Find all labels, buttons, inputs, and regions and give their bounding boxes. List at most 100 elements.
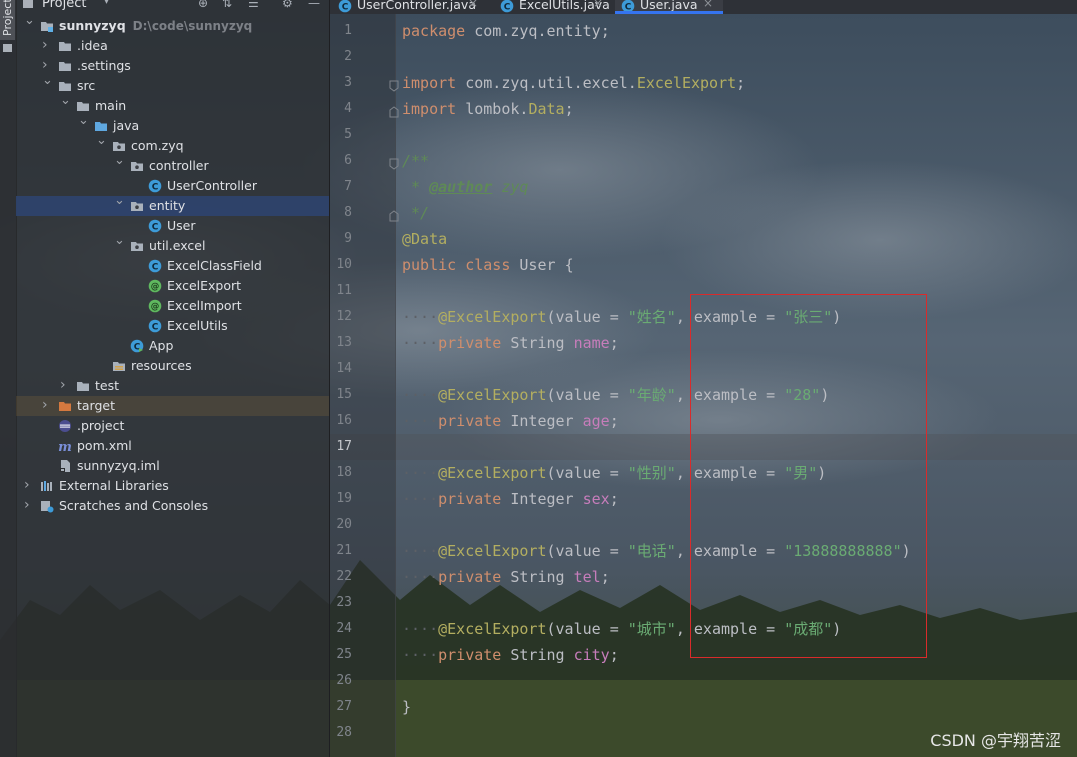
line-number[interactable]: 26 [330,668,352,694]
editor-tab-user-java[interactable]: C User.java × [615,0,723,14]
editor-tab-usercontroller-java[interactable]: C UserController.java × [332,0,488,14]
line-number[interactable]: 13 [330,330,352,356]
line-number[interactable]: 17 [330,434,352,460]
chevron-down-icon[interactable]: ⌄ [78,114,89,128]
tree-item-settings[interactable]: › .settings [16,56,329,76]
tree-item-target[interactable]: › target [16,396,329,416]
line-number[interactable]: 1 [330,18,352,44]
editor-tab-excelutils-java[interactable]: C ExcelUtils.java × [494,0,613,14]
code-line-9[interactable]: @Data [402,226,447,252]
project-tool-window-tab[interactable]: Project [0,0,15,40]
code-line-3[interactable]: import com.zyq.util.excel.ExcelExport; [402,70,745,96]
fold-marker-icon[interactable] [389,155,399,170]
chevron-right-icon[interactable]: › [42,398,52,412]
line-number[interactable]: 12 [330,304,352,330]
line-number[interactable]: 3 [330,70,352,96]
code-line-25[interactable]: ····private String city; [402,642,619,668]
line-number[interactable]: 9 [330,226,352,252]
tree-item-test[interactable]: › test [16,376,329,396]
fold-end-marker-icon[interactable] [389,207,399,222]
chevron-down-icon[interactable]: ⌄ [60,94,71,108]
line-number[interactable]: 8 [330,200,352,226]
line-number[interactable]: 10 [330,252,352,278]
tree-item-user[interactable]: C User [16,216,329,236]
tree-item-usercontroller[interactable]: C UserController [16,176,329,196]
chevron-down-icon[interactable]: ⌄ [114,194,125,208]
close-icon[interactable]: × [468,0,478,10]
code-line-13[interactable]: ····private String name; [402,330,619,356]
code-line-22[interactable]: ····private String tel; [402,564,610,590]
tree-item-excelclassfield[interactable]: C ExcelClassField [16,256,329,276]
locate-icon[interactable]: ⊕ [198,0,208,10]
expand-all-icon[interactable]: ⇅ [222,0,232,10]
line-number[interactable]: 24 [330,616,352,642]
line-number[interactable]: 2 [330,44,352,70]
chevron-right-icon[interactable]: › [42,38,52,52]
chevron-right-icon[interactable]: › [24,478,34,492]
close-icon[interactable]: × [703,0,713,10]
chevron-down-icon[interactable]: ⌄ [24,14,35,28]
line-number[interactable]: 23 [330,590,352,616]
chevron-down-icon[interactable]: ⌄ [114,234,125,248]
chevron-right-icon[interactable]: › [24,498,34,512]
tree-item-app[interactable]: C App [16,336,329,356]
line-number[interactable]: 21 [330,538,352,564]
line-number[interactable]: 6 [330,148,352,174]
line-number[interactable]: 5 [330,122,352,148]
tree-item-pom-xml[interactable]: m pom.xml [16,436,329,456]
fold-end-marker-icon[interactable] [389,103,399,118]
line-number[interactable]: 4 [330,96,352,122]
code-line-19[interactable]: ····private Integer sex; [402,486,619,512]
project-panel-title[interactable]: Project [42,0,86,11]
chevron-down-icon[interactable]: ▾ [104,0,109,7]
line-number[interactable]: 25 [330,642,352,668]
tree-item-idea[interactable]: › .idea [16,36,329,56]
code-line-7[interactable]: * @author zyq [402,174,528,200]
line-number[interactable]: 22 [330,564,352,590]
line-number[interactable]: 11 [330,278,352,304]
tree-item-util-excel[interactable]: ⌄ util.excel [16,234,329,256]
tree-item-entity[interactable]: ⌄ entity [16,194,329,216]
collapse-all-icon[interactable]: ☰ [248,0,259,10]
chevron-right-icon[interactable]: › [42,58,52,72]
line-number[interactable]: 16 [330,408,352,434]
folder-icon[interactable] [3,44,12,52]
gear-icon[interactable]: ⚙ [282,0,293,10]
tree-item-sunnyzyq[interactable]: ⌄ sunnyzyq D:\code\sunnyzyq [16,14,329,36]
code-line-10[interactable]: public class User { [402,252,574,278]
chevron-right-icon[interactable]: › [60,378,70,392]
minimize-icon[interactable]: — [308,0,320,10]
chevron-down-icon[interactable]: ⌄ [114,154,125,168]
line-number[interactable]: 19 [330,486,352,512]
line-number[interactable]: 20 [330,512,352,538]
line-number[interactable]: 15 [330,382,352,408]
tree-item-excelimport[interactable]: @ ExcelImport [16,296,329,316]
line-number[interactable]: 14 [330,356,352,382]
line-number[interactable]: 28 [330,720,352,746]
code-line-4[interactable]: import lombok.Data; [402,96,574,122]
code-line-8[interactable]: */ [402,200,429,226]
tree-item-main[interactable]: ⌄ main [16,94,329,116]
code-line-6[interactable]: /** [402,148,429,174]
tree-item-project[interactable]: .project [16,416,329,436]
line-number[interactable]: 18 [330,460,352,486]
code-line-1[interactable]: package com.zyq.entity; [402,18,610,44]
chevron-down-icon[interactable]: ⌄ [96,134,107,148]
line-number[interactable]: 27 [330,694,352,720]
fold-marker-icon[interactable] [389,77,399,92]
tree-item-com-zyq[interactable]: ⌄ com.zyq [16,134,329,156]
close-icon[interactable]: × [593,0,603,10]
tree-item-java[interactable]: ⌄ java [16,114,329,136]
tree-item-external-libraries[interactable]: › External Libraries [16,476,329,496]
tree-item-sunnyzyq-iml[interactable]: sunnyzyq.iml [16,456,329,476]
line-number-gutter[interactable]: 1 2 3 4 5 6 7 8 9 10 11 12 13 14 15 16 17 18 19 20 21 22 23 24 2… [330,14,399,757]
code-line-16[interactable]: ····private Integer age; [402,408,619,434]
tree-item-resources[interactable]: resources [16,356,329,376]
tree-item-excelexport[interactable]: @ ExcelExport [16,276,329,296]
line-number[interactable]: 7 [330,174,352,200]
tree-item-scratches-and-consoles[interactable]: › Scratches and Consoles [16,496,329,516]
chevron-down-icon[interactable]: ⌄ [42,74,53,88]
code-line-27[interactable]: } [402,694,411,720]
tree-item-controller[interactable]: ⌄ controller [16,154,329,176]
tree-item-excelutils[interactable]: C ExcelUtils [16,316,329,336]
